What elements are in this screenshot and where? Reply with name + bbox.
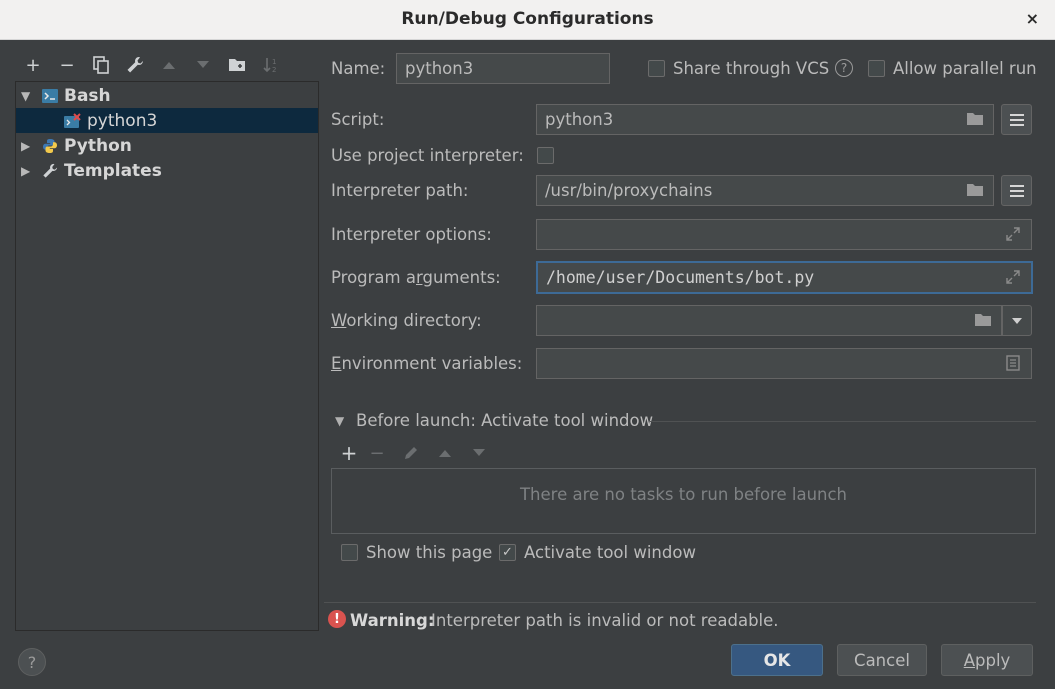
expand-icon[interactable] [1003, 268, 1023, 286]
collapse-arrow-icon[interactable]: ▶ [21, 139, 33, 153]
tree-item-label: Bash [64, 85, 111, 106]
new-folder-icon[interactable] [220, 52, 254, 78]
divider [650, 421, 1036, 422]
sort-icon[interactable]: 12 [254, 52, 288, 78]
tree-item-templates[interactable]: ▶ Templates [16, 158, 318, 183]
working-directory-label: Working directory: [331, 311, 482, 330]
collapse-arrow-icon[interactable]: ▶ [21, 164, 33, 178]
interpreter-path-label: Interpreter path: [331, 181, 469, 200]
edit-task-icon[interactable] [394, 440, 428, 466]
config-tree[interactable]: ▼ Bash python3 ▶ Python ▶ Templates [15, 81, 319, 631]
tree-item-python3[interactable]: python3 [16, 108, 318, 133]
script-menu-button[interactable] [1001, 104, 1032, 135]
hamburger-icon [1009, 184, 1024, 197]
before-launch-header[interactable]: Before launch: Activate tool window [356, 411, 653, 430]
interpreter-path-value: /usr/bin/proxychains [545, 181, 713, 200]
show-page-label: Show this page [366, 543, 493, 562]
before-launch-tasks-list[interactable]: There are no tasks to run before launch [331, 468, 1036, 534]
folder-icon[interactable] [965, 181, 985, 199]
program-arguments-label: Program arguments: [331, 268, 501, 287]
ok-button[interactable]: OK [731, 644, 823, 676]
remove-icon[interactable]: − [50, 52, 84, 78]
script-input[interactable]: python3 [536, 104, 994, 135]
interpreter-options-input[interactable] [536, 219, 1032, 250]
tree-item-python[interactable]: ▶ Python [16, 133, 318, 158]
copy-icon[interactable] [84, 52, 118, 78]
chevron-down-icon [1012, 317, 1022, 324]
use-project-interpreter-label: Use project interpreter: [331, 146, 524, 165]
script-label: Script: [331, 110, 385, 129]
warning-message: Interpreter path is invalid or not reada… [431, 611, 779, 630]
add-task-icon[interactable]: + [338, 440, 360, 466]
add-icon[interactable]: + [16, 52, 50, 78]
folder-icon[interactable] [965, 110, 985, 128]
empty-tasks-text: There are no tasks to run before launch [519, 485, 848, 504]
tree-item-label: Python [64, 135, 132, 156]
help-button[interactable]: ? [18, 648, 46, 676]
wrench-icon [41, 163, 59, 179]
apply-button[interactable]: Apply [941, 644, 1033, 676]
name-input[interactable]: python3 [396, 53, 610, 84]
activate-tool-window-checkbox[interactable]: ✓ [499, 544, 516, 561]
folder-icon[interactable] [973, 311, 993, 329]
move-down-icon[interactable] [186, 52, 220, 78]
before-launch-toolbar: + − [338, 440, 496, 466]
title-bar: Run/Debug Configurations × [0, 0, 1055, 40]
move-down-icon[interactable] [462, 440, 496, 466]
show-page-checkbox[interactable] [341, 544, 358, 561]
share-vcs-checkbox[interactable] [648, 60, 665, 77]
expand-arrow-icon[interactable]: ▼ [21, 89, 33, 103]
move-up-icon[interactable] [152, 52, 186, 78]
wrench-icon[interactable] [118, 52, 152, 78]
help-icon[interactable]: ? [835, 59, 853, 77]
script-value: python3 [545, 110, 614, 129]
remove-task-icon[interactable]: − [360, 440, 394, 466]
tree-item-bash[interactable]: ▼ Bash [16, 83, 318, 108]
name-label: Name: [331, 59, 386, 78]
tree-item-label: Templates [64, 160, 162, 181]
allow-parallel-label: Allow parallel run [893, 59, 1037, 78]
tree-item-label: python3 [87, 110, 158, 131]
working-directory-dropdown[interactable] [1002, 305, 1032, 336]
cancel-button[interactable]: Cancel [837, 644, 927, 676]
divider [324, 602, 1036, 603]
interpreter-options-label: Interpreter options: [331, 225, 492, 244]
python-icon [41, 138, 59, 154]
program-arguments-input[interactable]: /home/user/Documents/bot.py [536, 261, 1033, 294]
share-vcs-label: Share through VCS [673, 59, 830, 78]
bash-icon [41, 88, 59, 104]
svg-text:1: 1 [272, 58, 276, 66]
interpreter-menu-button[interactable] [1001, 175, 1032, 206]
environment-variables-input[interactable] [536, 348, 1032, 379]
interpreter-path-input[interactable]: /usr/bin/proxychains [536, 175, 994, 206]
hamburger-icon [1009, 113, 1024, 126]
program-arguments-value: /home/user/Documents/bot.py [546, 268, 815, 287]
warning-label: Warning: [350, 611, 435, 630]
move-up-icon[interactable] [428, 440, 462, 466]
document-icon[interactable] [1003, 354, 1023, 372]
working-directory-input[interactable] [536, 305, 1002, 336]
activate-tool-window-label: Activate tool window [524, 543, 696, 562]
warning-icon: ! [328, 610, 346, 628]
collapse-arrow-icon[interactable]: ▼ [335, 414, 344, 428]
config-toolbar: + − 12 [16, 52, 288, 78]
environment-variables-label: Environment variables: [331, 354, 523, 373]
bash-script-error-icon [64, 112, 82, 129]
expand-icon[interactable] [1003, 225, 1023, 243]
use-project-interpreter-checkbox[interactable] [537, 147, 554, 164]
svg-text:2: 2 [272, 66, 276, 74]
close-icon[interactable]: × [1026, 9, 1039, 28]
allow-parallel-checkbox[interactable] [868, 60, 885, 77]
window-title: Run/Debug Configurations [401, 9, 654, 29]
